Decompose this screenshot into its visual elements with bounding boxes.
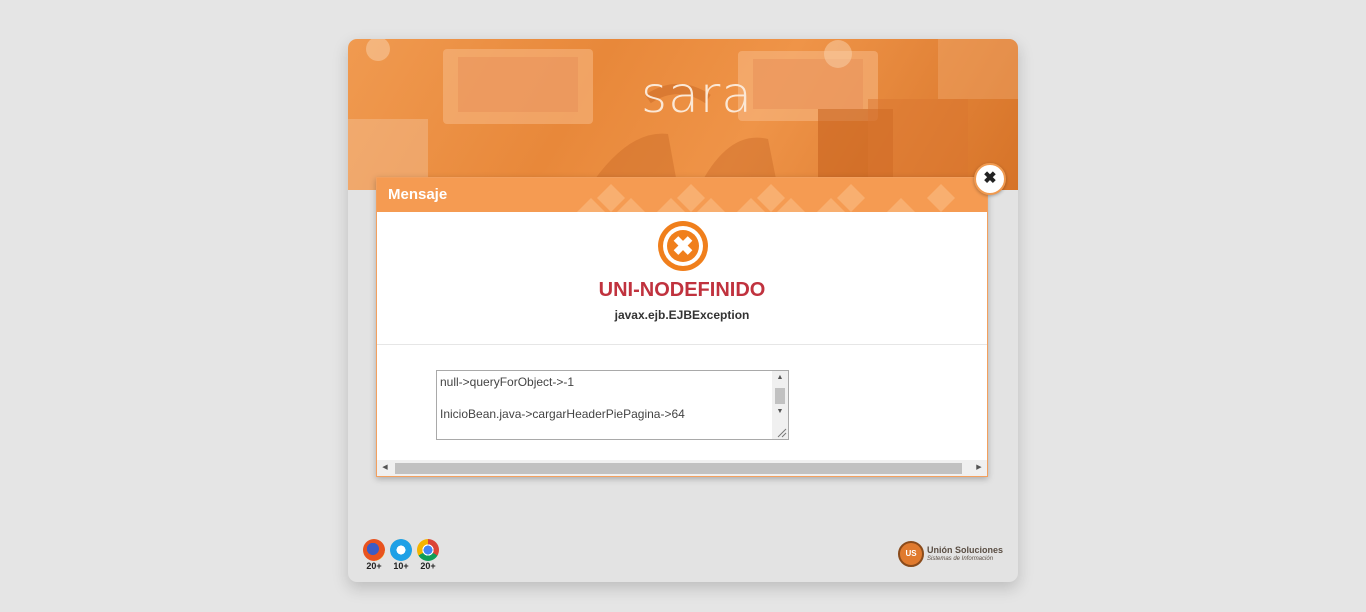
error-detail-text: null->queryForObject->-1 InicioBean.java… [440,374,685,422]
firefox-version: 20+ [366,561,382,571]
internet-explorer-icon [390,539,412,561]
company-badge: US [898,541,924,567]
dialog-horizontal-scrollbar[interactable]: ◀ ▶ [377,460,987,476]
chrome-icon [417,539,439,561]
scroll-right-arrow-icon[interactable]: ▶ [971,460,987,476]
error-code: UNI-NODEFINIDO [598,279,766,301]
scroll-thumb[interactable] [775,388,785,404]
browser-chrome: 20+ [416,539,440,572]
detail-line [440,390,685,406]
detail-line: InicioBean.java->cargarHeaderPiePagina->… [440,407,685,421]
message-dialog: Mensaje ✖ UNI-NODEFINIDO javax.ejb.EJBEx… [376,177,988,477]
error-detail-textarea[interactable]: null->queryForObject->-1 InicioBean.java… [436,370,789,440]
supported-browsers: 20+ 10+ 20+ [362,539,440,572]
ie-version: 10+ [393,561,409,571]
sara-logo: sara [641,66,753,124]
browser-ie: 10+ [389,539,413,572]
exception-name: javax.ejb.EJBException [614,308,750,322]
browser-firefox: 20+ [362,539,386,572]
dialog-titlebar[interactable]: Mensaje [377,178,987,212]
dialog-title: Mensaje [388,186,448,203]
company-tagline: Sistemas de Información [927,556,994,562]
close-button[interactable]: ✖ [974,163,1006,195]
scroll-left-arrow-icon[interactable]: ◀ [377,460,393,476]
titlebar-pattern [577,184,955,212]
scroll-up-arrow-icon[interactable]: ▲ [772,371,788,385]
resize-handle-icon[interactable] [775,426,787,438]
company-name: Unión Soluciones [927,545,1004,555]
header-banner: sara [348,39,1018,190]
chrome-version: 20+ [420,561,436,571]
horizontal-scroll-thumb[interactable] [395,463,962,474]
scroll-down-arrow-icon[interactable]: ▼ [772,405,788,419]
firefox-icon [363,539,385,561]
divider [377,344,987,345]
error-circle-x-icon: ✖ [658,221,708,271]
detail-line: null->queryForObject->-1 [440,375,575,389]
company-logo: US Unión Soluciones Sistemas de Informac… [898,541,1003,567]
